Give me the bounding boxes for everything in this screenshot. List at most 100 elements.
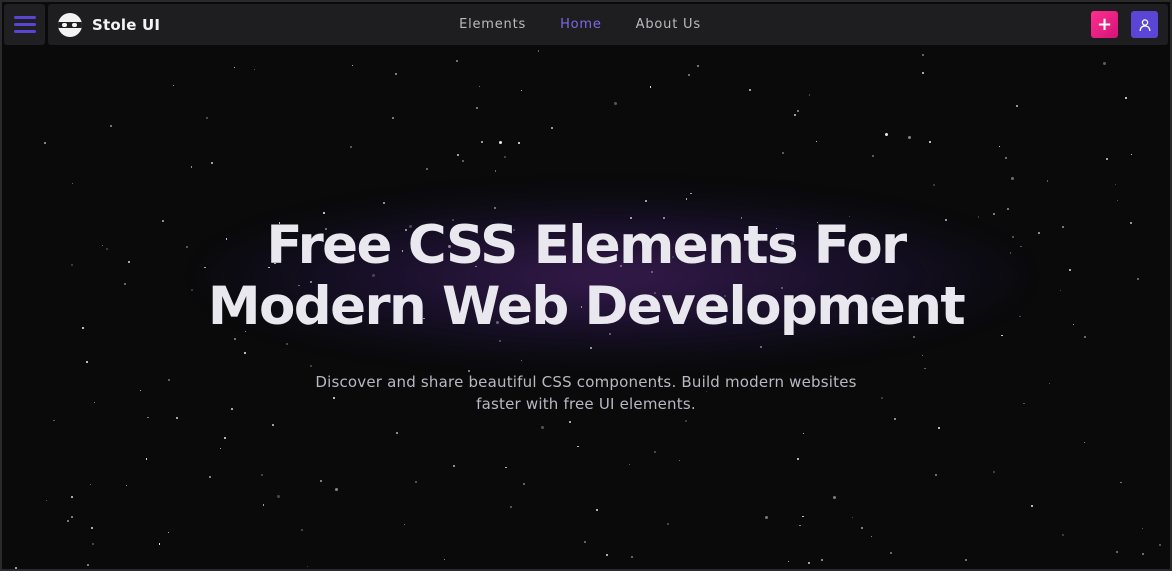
star-dot <box>541 426 545 430</box>
star-dot <box>922 354 924 357</box>
brand-link[interactable]: Stole UI <box>58 4 160 45</box>
star-dot <box>209 476 212 479</box>
star-dot <box>894 418 897 421</box>
hero-title-line-2: Modern Web Development <box>207 276 966 337</box>
star-dot <box>167 531 170 534</box>
star-dot <box>938 426 941 429</box>
star-dot <box>667 523 670 525</box>
star-dot <box>481 140 484 143</box>
star-dot <box>522 482 525 485</box>
star-dot <box>1004 156 1007 159</box>
brand-name: Stole UI <box>92 15 161 34</box>
hero-title-line-1: Free CSS Elements For <box>266 215 907 276</box>
hero-subtitle-line-2: faster with free UI elements. <box>476 395 696 413</box>
star-dot <box>233 66 236 68</box>
star-dot <box>505 467 507 469</box>
star-dot <box>696 65 699 68</box>
star-dot <box>461 159 464 162</box>
star-dot <box>1010 176 1014 180</box>
nav-link-home[interactable]: Home <box>560 17 602 32</box>
star-dot <box>885 132 889 136</box>
star-dot <box>629 464 631 466</box>
star-dot <box>518 142 521 145</box>
star-dot <box>614 101 617 105</box>
star-dot <box>1048 382 1051 384</box>
star-dot <box>802 516 804 518</box>
star-dot <box>71 182 74 185</box>
star-dot <box>140 389 142 391</box>
star-dot <box>889 551 892 554</box>
star-dot <box>802 432 805 435</box>
star-dot <box>852 516 854 518</box>
star-dot <box>253 68 256 71</box>
star-dot <box>521 89 523 91</box>
star-dot <box>861 526 864 529</box>
star-dot <box>277 495 281 499</box>
star-dot <box>453 465 455 468</box>
star-dot <box>1031 504 1034 507</box>
star-dot <box>1062 533 1065 536</box>
add-button[interactable]: + <box>1091 11 1118 38</box>
star-dot <box>1131 154 1133 156</box>
star-dot <box>583 540 586 543</box>
menu-button[interactable] <box>4 4 45 45</box>
star-dot <box>504 155 507 158</box>
hamburger-menu-icon-bar <box>13 23 36 26</box>
star-dot <box>537 50 539 52</box>
star-dot <box>92 543 95 546</box>
star-dot <box>172 84 174 86</box>
user-button[interactable] <box>1131 11 1158 38</box>
star-dot <box>322 212 325 215</box>
star-dot <box>457 154 459 156</box>
star-dot <box>53 420 55 422</box>
star-dot <box>415 481 417 483</box>
star-dot <box>650 86 652 88</box>
star-dot <box>91 527 93 529</box>
hamburger-menu-icon <box>13 16 36 19</box>
star-dot <box>520 359 523 362</box>
star-dot <box>568 421 571 424</box>
star-dot <box>306 566 309 568</box>
star-dot <box>1114 184 1116 186</box>
nav-links: Elements Home About Us <box>48 4 1168 45</box>
hero-subtitle: Discover and share beautiful CSS compone… <box>286 371 886 415</box>
star-dot <box>351 65 354 67</box>
star-dot <box>70 516 73 518</box>
star-dot <box>1023 402 1025 405</box>
star-dot <box>70 496 73 499</box>
hero-subtitle-line-1: Discover and share beautiful CSS compone… <box>315 373 857 391</box>
star-dot <box>796 109 799 112</box>
star-dot <box>921 54 924 57</box>
star-dot <box>110 124 113 127</box>
star-dot <box>1084 441 1086 443</box>
star-dot <box>89 483 92 485</box>
star-dot <box>334 488 338 492</box>
star-dot <box>396 431 399 434</box>
nav-link-elements[interactable]: Elements <box>459 17 526 32</box>
star-dot <box>678 460 680 462</box>
star-dot <box>85 360 88 363</box>
star-dot <box>782 152 785 154</box>
star-dot <box>394 73 397 76</box>
star-dot <box>1106 157 1109 160</box>
star-dot <box>147 417 149 419</box>
star-dot <box>455 59 458 62</box>
star-dot <box>211 161 214 164</box>
star-dot <box>145 458 147 460</box>
nav-link-about-us[interactable]: About Us <box>636 17 701 32</box>
star-dot <box>476 106 479 109</box>
star-dot <box>403 524 406 526</box>
star-dot <box>1046 180 1049 182</box>
star-dot <box>176 417 178 420</box>
star-dot <box>821 559 824 562</box>
star-dot <box>1103 61 1107 65</box>
star-dot <box>932 184 935 186</box>
star-dot <box>125 484 127 487</box>
star-dot <box>605 553 608 556</box>
star-dot <box>43 141 46 144</box>
star-dot <box>243 352 246 354</box>
star-dot <box>799 524 801 526</box>
star-dot <box>935 474 937 477</box>
star-dot <box>309 364 312 367</box>
star-dot <box>793 113 796 116</box>
